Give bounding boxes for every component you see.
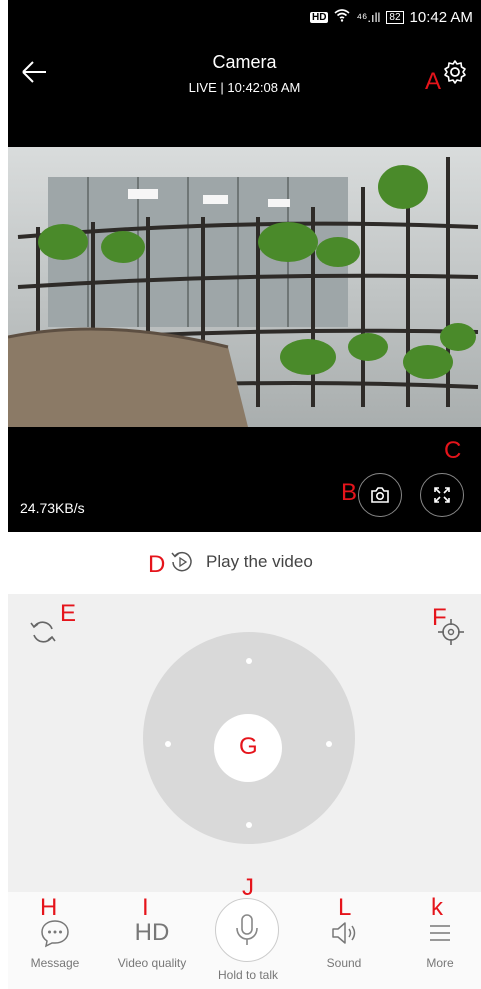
joystick-right-dot[interactable] [326, 741, 332, 747]
crosshair-icon [438, 619, 464, 645]
rotate-button[interactable] [28, 617, 58, 647]
joystick-down-dot[interactable] [246, 822, 252, 828]
page-title: Camera [212, 52, 277, 72]
video-quality-label: Video quality [117, 956, 187, 970]
annotation-e: E [60, 600, 77, 627]
message-label: Message [30, 956, 80, 970]
settings-button[interactable] [441, 58, 469, 86]
menu-icon [430, 925, 450, 941]
hold-to-talk-label: Hold to talk [217, 968, 279, 982]
play-video-button[interactable]: Play the video [170, 550, 313, 574]
screenshot-button[interactable] [358, 473, 402, 517]
video-quality-button[interactable]: HD Video quality [107, 918, 197, 970]
sound-button[interactable]: Sound [299, 918, 389, 970]
live-timestamp: LIVE | 10:42:08 AM [188, 80, 301, 95]
joystick-left-dot[interactable] [165, 741, 171, 747]
sound-label: Sound [326, 956, 362, 970]
hd-icon: HD [134, 919, 170, 946]
joystick-up-dot[interactable] [246, 658, 252, 664]
fullscreen-button[interactable] [420, 473, 464, 517]
battery-icon: 82 [386, 10, 404, 24]
video-control-bar [8, 427, 481, 532]
microphone-icon [236, 914, 258, 945]
gear-icon [444, 60, 466, 84]
speaker-icon [332, 922, 356, 944]
replay-icon [171, 551, 192, 572]
wifi-icon [334, 8, 350, 26]
camera-icon [371, 487, 389, 503]
live-video-feed[interactable] [8, 147, 481, 427]
signal-icon: ⁴⁶.ıll [356, 9, 381, 25]
camera-scene-image [8, 147, 481, 427]
status-time: 10:42 AM [409, 8, 473, 26]
status-bar: HD ⁴⁶.ıll 82 10:42 AM [310, 8, 473, 26]
more-label: More [426, 956, 454, 970]
annotation-d: D [148, 551, 166, 578]
hd-badge: HD [310, 11, 329, 23]
rotate-icon [30, 621, 56, 643]
hold-to-talk-button[interactable] [215, 898, 279, 962]
play-video-label: Play the video [206, 552, 313, 571]
annotation-a: A [425, 68, 442, 95]
annotation-g: G [239, 733, 258, 760]
chat-bubble-icon [41, 920, 69, 948]
fullscreen-icon [434, 487, 450, 503]
battery-level: 82 [389, 11, 401, 23]
more-button[interactable]: More [395, 918, 481, 970]
annotation-b: B [341, 479, 358, 506]
bitrate-readout: 24.73KB/s [20, 500, 85, 516]
locate-button[interactable] [436, 617, 466, 647]
annotation-c: C [444, 437, 462, 464]
message-button[interactable]: Message [10, 918, 100, 970]
